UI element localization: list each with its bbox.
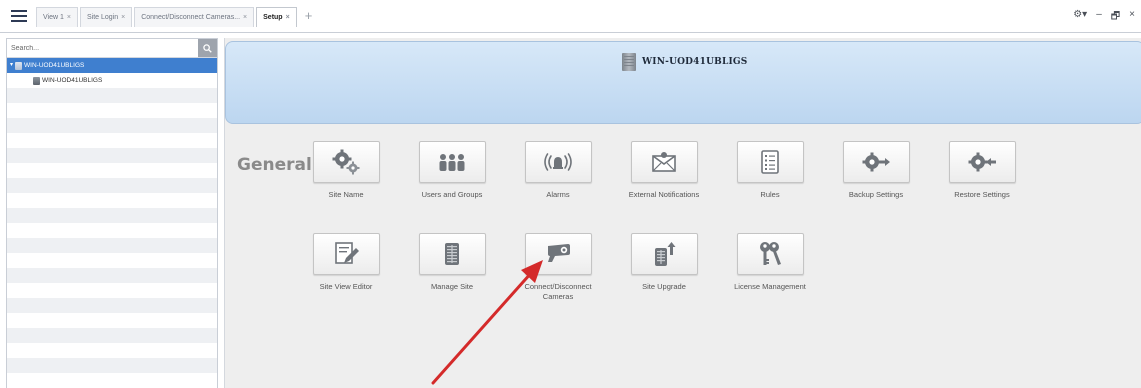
banner-site-name: WIN-UOD41UBLIGS <box>642 57 748 67</box>
manage-site-button[interactable] <box>418 233 486 275</box>
alarms-button[interactable] <box>524 141 592 183</box>
site-view-editor-button[interactable] <box>312 233 380 275</box>
gear-arrow-out-icon <box>862 152 890 172</box>
tile-rules[interactable]: Rules <box>718 141 822 200</box>
tab-site-login[interactable]: Site Login × <box>79 7 133 27</box>
restore-icon[interactable]: 🗗 <box>1111 9 1120 26</box>
settings-icon[interactable]: ⚙▾ <box>1073 9 1087 26</box>
tab-view-1[interactable]: View 1 × <box>36 7 78 27</box>
connect-disconnect-cameras-button[interactable] <box>524 233 592 275</box>
tab-label: Setup <box>263 13 283 21</box>
tile-connect-disconnect-cameras[interactable]: Connect/Disconnect Cameras <box>506 233 610 302</box>
setup-panel: WIN-UOD41UBLIGS General Site Name Users … <box>224 38 1141 388</box>
upgrade-icon <box>655 242 676 266</box>
tile-backup-settings[interactable]: Backup Settings <box>824 141 928 200</box>
tile-label-line-2: Cameras <box>542 292 574 301</box>
banner-title: WIN-UOD41UBLIGS <box>622 53 747 71</box>
tile-site-upgrade[interactable]: Site Upgrade <box>612 233 716 292</box>
tile-external-notifications[interactable]: External Notifications <box>612 141 716 200</box>
tile-label: Manage Site <box>430 282 474 291</box>
tree-root-label: WIN-UOD41UBLIGS <box>24 62 85 69</box>
envelope-icon <box>652 152 676 172</box>
tab-close-icon[interactable]: × <box>243 9 247 27</box>
tree-root-node[interactable]: ▾ WIN-UOD41UBLIGS <box>7 58 217 73</box>
tab-close-icon[interactable]: × <box>121 9 125 27</box>
camera-icon <box>548 244 570 262</box>
hamburger-menu-icon[interactable] <box>6 7 32 25</box>
tree-empty-rows <box>7 88 217 388</box>
rules-button[interactable] <box>736 141 804 183</box>
tile-label: License Management <box>734 282 806 291</box>
tile-label-line-1: Connect/Disconnect <box>524 282 592 291</box>
building-icon <box>445 243 459 265</box>
gears-icon <box>332 149 360 175</box>
tile-label: Connect/Disconnect Cameras <box>506 282 610 302</box>
tile-license-management[interactable]: License Management <box>718 233 822 292</box>
rules-icon <box>761 150 779 174</box>
keys-icon <box>760 242 781 265</box>
tile-label: Site Upgrade <box>642 282 686 291</box>
window-controls: ⚙▾ – 🗗 × <box>1073 9 1135 26</box>
server-icon <box>15 61 23 70</box>
site-banner: WIN-UOD41UBLIGS <box>225 41 1141 124</box>
tab-strip: View 1 × Site Login × Connect/Disconnect… <box>36 7 318 27</box>
tile-label: Site Name <box>328 190 364 199</box>
tile-label: Backup Settings <box>848 190 904 199</box>
tab-label: View 1 <box>43 13 64 21</box>
tree-child-node[interactable]: WIN-UOD41UBLIGS <box>7 73 217 88</box>
tile-users-and-groups[interactable]: Users and Groups <box>400 141 504 200</box>
tile-site-view-editor[interactable]: Site View Editor <box>294 233 398 292</box>
tab-label: Site Login <box>86 13 119 21</box>
backup-settings-button[interactable] <box>842 141 910 183</box>
close-icon[interactable]: × <box>1129 9 1135 26</box>
tab-setup[interactable]: Setup × <box>256 7 297 27</box>
pencil-icon <box>335 242 359 264</box>
external-notifications-button[interactable] <box>630 141 698 183</box>
tab-close-icon[interactable]: × <box>67 9 71 27</box>
building-icon <box>622 53 636 71</box>
tile-alarms[interactable]: Alarms <box>506 141 610 200</box>
tile-label: Alarms <box>546 190 570 199</box>
search-icon[interactable] <box>198 39 217 57</box>
add-tab-button[interactable]: + <box>299 7 319 27</box>
tile-manage-site[interactable]: Manage Site <box>400 233 504 292</box>
tile-site-name[interactable]: Site Name <box>294 141 398 200</box>
expand-caret-icon[interactable]: ▾ <box>10 58 13 73</box>
users-icon <box>439 154 465 171</box>
tile-label: Restore Settings <box>954 190 1010 199</box>
tab-label: Connect/Disconnect Cameras... <box>141 13 241 21</box>
building-icon <box>33 76 40 85</box>
tile-restore-settings[interactable]: Restore Settings <box>930 141 1034 200</box>
tile-label: Rules <box>760 190 780 199</box>
restore-settings-button[interactable] <box>948 141 1016 183</box>
site-upgrade-button[interactable] <box>630 233 698 275</box>
tile-label: Users and Groups <box>421 190 483 199</box>
tab-close-icon[interactable]: × <box>286 9 290 27</box>
site-tree-panel: ▾ WIN-UOD41UBLIGS WIN-UOD41UBLIGS <box>6 38 218 388</box>
search-bar <box>7 39 217 58</box>
alarm-icon <box>544 153 572 171</box>
minimize-icon[interactable]: – <box>1096 9 1102 26</box>
tree-child-label: WIN-UOD41UBLIGS <box>42 77 103 84</box>
tile-label: External Notifications <box>628 190 700 199</box>
tile-label: Site View Editor <box>319 282 373 291</box>
search-input[interactable] <box>7 39 198 57</box>
users-and-groups-button[interactable] <box>418 141 486 183</box>
site-name-button[interactable] <box>312 141 380 183</box>
license-management-button[interactable] <box>736 233 804 275</box>
tab-bar: View 1 × Site Login × Connect/Disconnect… <box>0 0 1141 33</box>
gear-arrow-in-icon <box>968 152 996 172</box>
tab-connect-disconnect[interactable]: Connect/Disconnect Cameras... × <box>134 7 255 27</box>
